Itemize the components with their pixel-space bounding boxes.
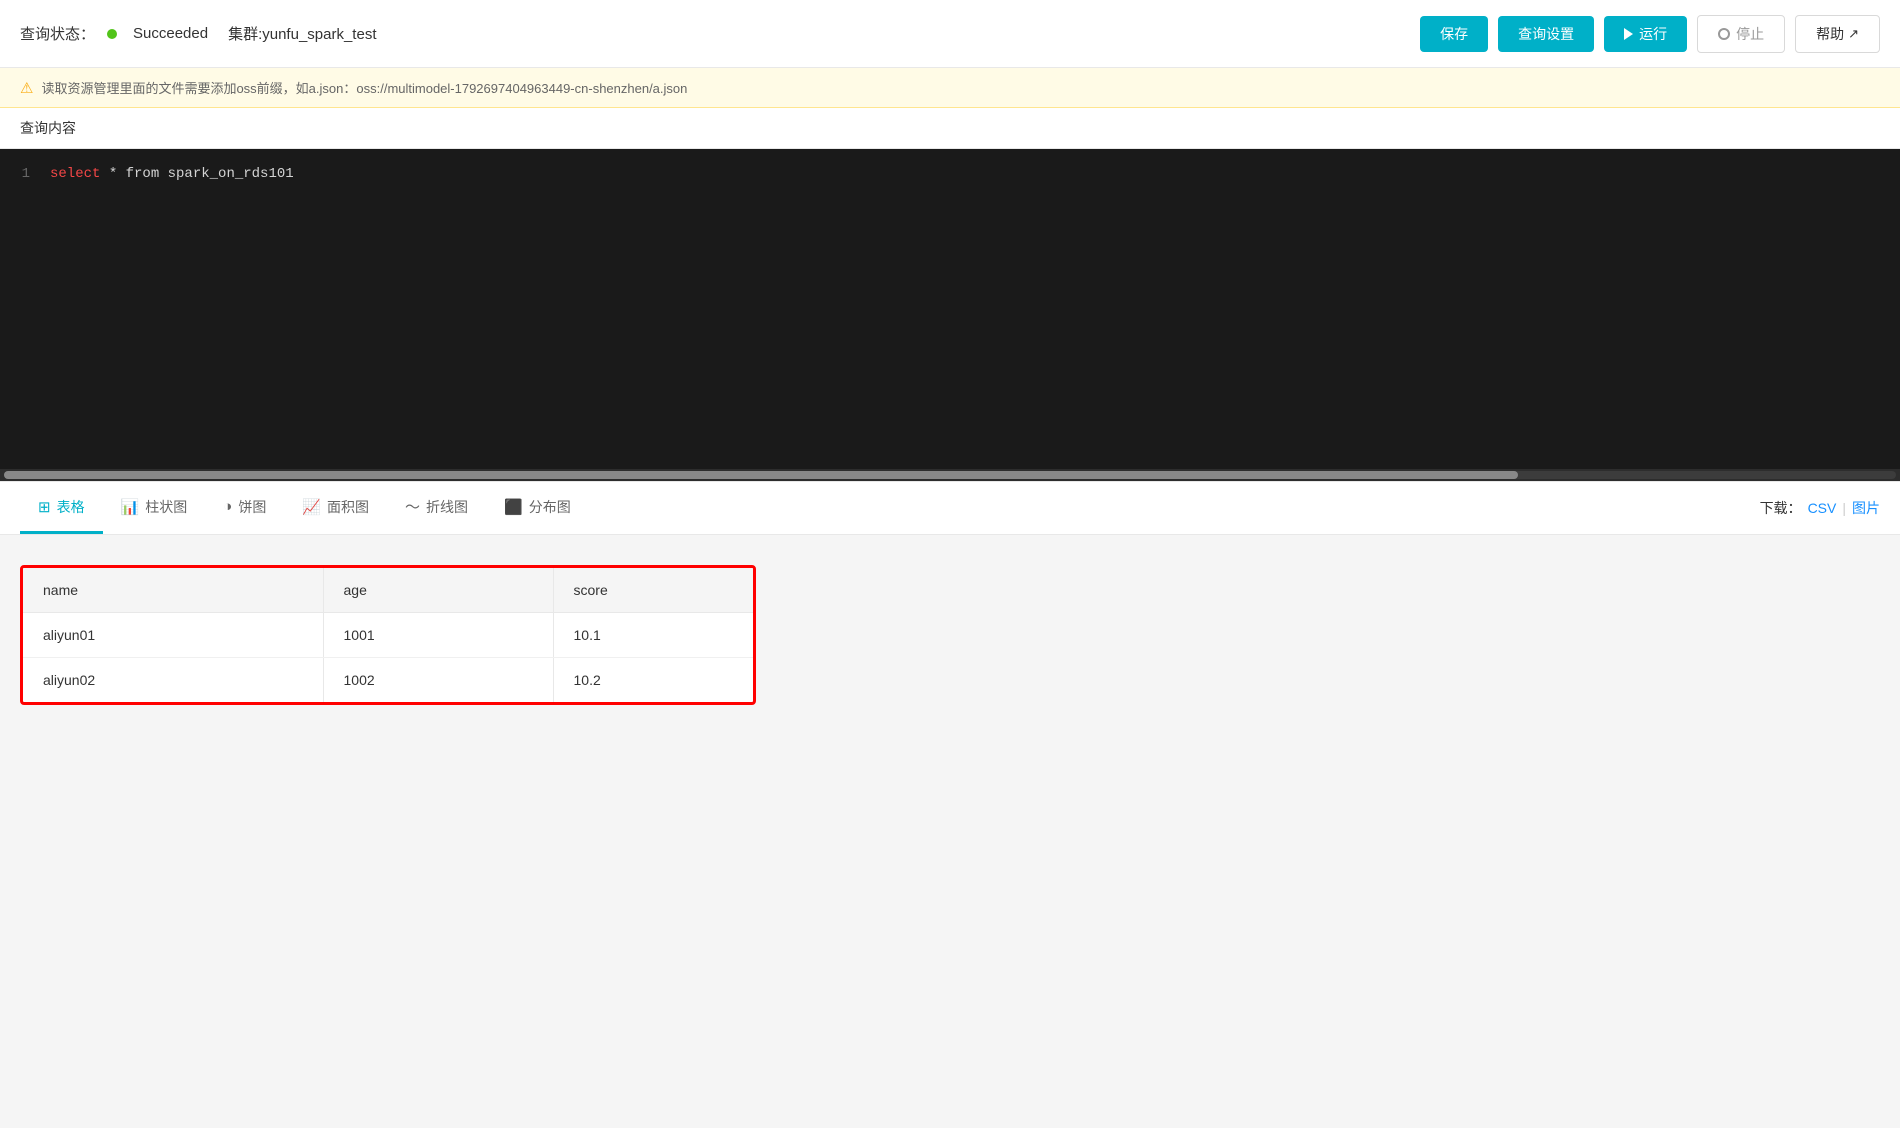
col-header-age: age bbox=[323, 568, 553, 613]
col-header-name: name bbox=[23, 568, 323, 613]
scrollbar-area bbox=[0, 469, 1900, 481]
download-img-link[interactable]: 图片 bbox=[1852, 498, 1880, 518]
external-link-icon: ↗ bbox=[1848, 26, 1859, 42]
separator: | bbox=[1842, 500, 1846, 516]
cluster-text: 集群:yunfu_spark_test bbox=[228, 23, 376, 44]
header-bar: 查询状态： Succeeded 集群:yunfu_spark_test 保存 查… bbox=[0, 0, 1900, 68]
bar-chart-tab-icon: 📊 bbox=[121, 498, 140, 516]
cell-age-1: 1002 bbox=[323, 658, 553, 703]
tabs-right: 下载： CSV | 图片 bbox=[1760, 498, 1880, 518]
tab-table[interactable]: ⊞ 表格 bbox=[20, 483, 103, 534]
help-button[interactable]: 帮助 ↗ bbox=[1795, 15, 1880, 53]
tab-line-chart-label: 折线图 bbox=[426, 497, 468, 517]
code-keyword: select bbox=[50, 166, 100, 182]
query-status-label: 查询状态： bbox=[20, 23, 95, 44]
code-content[interactable]: select * from spark_on_rds101 bbox=[40, 149, 1900, 469]
tabs-left: ⊞ 表格 📊 柱状图 ◑ 饼图 📈 面积图 〜 折线图 ⬛ 分布图 bbox=[20, 482, 589, 534]
save-button[interactable]: 保存 bbox=[1420, 16, 1488, 52]
help-button-label: 帮助 bbox=[1816, 24, 1844, 44]
scrollbar-thumb bbox=[4, 471, 1518, 479]
table-wrapper: name age score aliyun01100110.1aliyun021… bbox=[20, 565, 756, 705]
warning-icon: ⚠ bbox=[20, 79, 33, 97]
code-rest: * from spark_on_rds101 bbox=[100, 166, 293, 182]
pie-chart-tab-icon: ◑ bbox=[223, 498, 232, 515]
stop-button-label: 停止 bbox=[1736, 24, 1764, 44]
tab-table-label: 表格 bbox=[57, 497, 85, 517]
cell-name-0: aliyun01 bbox=[23, 613, 323, 658]
run-button-label: 运行 bbox=[1639, 24, 1667, 44]
tab-area-chart-label: 面积图 bbox=[327, 497, 369, 517]
warning-bar: ⚠ 读取资源管理里面的文件需要添加oss前缀，如a.json：oss://mul… bbox=[0, 68, 1900, 108]
cell-age-0: 1001 bbox=[323, 613, 553, 658]
line-chart-tab-icon: 〜 bbox=[405, 496, 420, 517]
tab-pie-chart-label: 饼图 bbox=[238, 497, 266, 517]
header-left: 查询状态： Succeeded 集群:yunfu_spark_test bbox=[20, 23, 376, 44]
stop-circle-icon bbox=[1718, 28, 1730, 40]
query-settings-button[interactable]: 查询设置 bbox=[1498, 16, 1594, 52]
cell-score-0: 10.1 bbox=[553, 613, 753, 658]
table-row: aliyun01100110.1 bbox=[23, 613, 753, 658]
play-icon bbox=[1624, 28, 1633, 40]
table-tab-icon: ⊞ bbox=[38, 498, 51, 516]
run-button[interactable]: 运行 bbox=[1604, 16, 1687, 52]
stop-button[interactable]: 停止 bbox=[1697, 15, 1785, 53]
tabs-section: ⊞ 表格 📊 柱状图 ◑ 饼图 📈 面积图 〜 折线图 ⬛ 分布图 下载： CS… bbox=[0, 482, 1900, 535]
header-right: 保存 查询设置 运行 停止 帮助 ↗ bbox=[1420, 15, 1880, 53]
code-editor[interactable]: 1 select * from spark_on_rds101 bbox=[0, 149, 1900, 469]
tab-area-chart[interactable]: 📈 面积图 bbox=[284, 483, 387, 534]
cell-name-1: aliyun02 bbox=[23, 658, 323, 703]
query-section-title: 查询内容 bbox=[0, 108, 1900, 149]
distribution-tab-icon: ⬛ bbox=[504, 498, 523, 516]
scrollbar-track[interactable] bbox=[4, 471, 1896, 479]
status-dot-icon bbox=[107, 29, 117, 39]
area-chart-tab-icon: 📈 bbox=[302, 498, 321, 516]
table-header-row: name age score bbox=[23, 568, 753, 613]
tab-bar-chart[interactable]: 📊 柱状图 bbox=[103, 483, 206, 534]
line-number-1: 1 bbox=[16, 163, 30, 185]
query-section: 查询内容 1 select * from spark_on_rds101 bbox=[0, 108, 1900, 482]
tab-distribution-label: 分布图 bbox=[529, 497, 571, 517]
tab-distribution[interactable]: ⬛ 分布图 bbox=[486, 483, 589, 534]
line-numbers: 1 bbox=[0, 149, 40, 469]
data-table: name age score aliyun01100110.1aliyun021… bbox=[23, 568, 753, 702]
cell-score-1: 10.2 bbox=[553, 658, 753, 703]
download-csv-link[interactable]: CSV bbox=[1808, 500, 1837, 516]
tab-pie-chart[interactable]: ◑ 饼图 bbox=[205, 483, 284, 534]
col-header-score: score bbox=[553, 568, 753, 613]
table-row: aliyun02100210.2 bbox=[23, 658, 753, 703]
tab-line-chart[interactable]: 〜 折线图 bbox=[387, 482, 486, 534]
tab-bar-chart-label: 柱状图 bbox=[145, 497, 187, 517]
results-area: name age score aliyun01100110.1aliyun021… bbox=[0, 535, 1900, 815]
download-label: 下载： bbox=[1760, 498, 1802, 518]
status-text: Succeeded bbox=[133, 25, 208, 42]
warning-text: 读取资源管理里面的文件需要添加oss前缀，如a.json：oss://multi… bbox=[41, 78, 687, 97]
